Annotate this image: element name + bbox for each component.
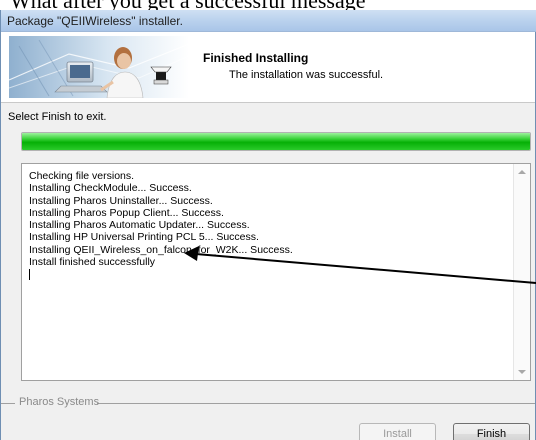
log-line: Install finished successfully — [29, 256, 156, 269]
log-content: Checking file versions. Installing CheckM… — [29, 170, 499, 281]
scroll-up-arrow-icon[interactable] — [518, 170, 526, 174]
instruction-text: Select Finish to exit. — [8, 111, 107, 123]
log-line: Installing QEII_Wireless_on_falcon_for_W… — [29, 243, 293, 256]
log-line: Installing Pharos Popup Client... Succes… — [29, 206, 224, 219]
log-line: Checking file versions. — [29, 170, 135, 182]
title-bar[interactable]: Package "QEIIWireless" installer. — [1, 10, 536, 32]
installer-window: Package "QEIIWireless" installer. Finish… — [0, 10, 536, 440]
banner-title: Finished Installing — [203, 51, 309, 65]
text-cursor — [29, 269, 30, 281]
scroll-down-arrow-icon[interactable] — [518, 370, 526, 374]
header-banner: Finished Installing The installation was… — [1, 32, 535, 103]
install-log-textbox[interactable]: Checking file versions. Installing CheckM… — [21, 163, 531, 381]
banner-subtitle: The installation was successful. — [229, 69, 384, 81]
log-line: Installing HP Universal Printing PCL 5..… — [29, 231, 259, 244]
log-line: Installing Pharos Uninstaller... Success… — [29, 194, 213, 207]
log-scrollbar[interactable] — [513, 164, 530, 380]
vendor-label: Pharos Systems — [19, 396, 100, 408]
page: What after you get a successful message … — [0, 0, 536, 440]
progress-fill — [22, 133, 530, 150]
install-button[interactable]: Install — [359, 423, 436, 440]
log-line: Installing CheckModule... Success. — [29, 182, 192, 195]
installer-banner-image — [9, 36, 189, 98]
finish-button[interactable]: Finish — [453, 423, 530, 440]
progress-bar — [21, 132, 531, 151]
log-line: Installing Pharos Automatic Updater... S… — [29, 219, 250, 232]
window-title: Package "QEIIWireless" installer. — [7, 14, 183, 28]
